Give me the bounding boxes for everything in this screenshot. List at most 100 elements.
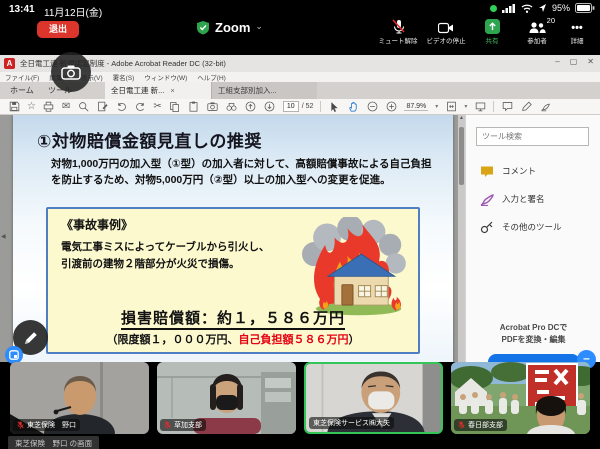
sidebar-item-fill-sign[interactable]: 入力と署名 <box>466 187 600 211</box>
sidebar-item-label: 入力と署名 <box>502 193 545 205</box>
more-button[interactable]: ••• 詳細 <box>552 18 600 45</box>
sidebar-item-label: その他のツール <box>502 221 562 233</box>
sign-pen-icon[interactable] <box>539 101 551 113</box>
minimize-icon[interactable]: – <box>555 57 559 66</box>
binoculars-icon[interactable] <box>226 101 238 113</box>
sidebar-item-more-tools[interactable]: その他のツール <box>466 215 600 239</box>
ipad-status-bar: 13:41 11月12日(金) 95% <box>0 0 600 18</box>
sidebar-item-label: コメント <box>502 165 536 177</box>
doc-tab-inactive[interactable]: 工組支部別加入... <box>211 82 317 99</box>
search-icon[interactable] <box>77 101 89 113</box>
scissors-icon[interactable]: ✂ <box>153 101 161 113</box>
menu-file[interactable]: ファイル(F) <box>5 72 39 82</box>
battery-percent: 95% <box>552 3 570 13</box>
vertical-scrollbar[interactable]: ▲ <box>458 115 465 362</box>
page-indicator: 10 / 52 <box>283 101 314 112</box>
fit-page-icon[interactable] <box>445 101 457 113</box>
participant-name: 東芝保険 野口 <box>27 420 76 430</box>
redo-icon[interactable] <box>134 101 146 113</box>
menu-window[interactable]: ウィンドウ(W) <box>144 72 187 82</box>
clock: 13:41 <box>9 4 35 15</box>
zoom-in-icon[interactable] <box>385 101 397 113</box>
stop-video-label: ビデオの停止 <box>421 35 471 45</box>
location-arrow-icon <box>538 3 547 13</box>
copy-icon[interactable] <box>169 101 181 113</box>
divider <box>493 101 494 112</box>
cellular-icon <box>502 3 516 13</box>
snapshot-camera-icon[interactable] <box>207 101 219 113</box>
undo-icon[interactable] <box>115 101 127 113</box>
acrobat-tab-bar: ホーム ツール 全日電工連 新...× 工組支部別加入... <box>0 82 600 99</box>
video-tile-soka[interactable]: 草加支部 <box>157 362 296 434</box>
video-tile-noguchi[interactable]: 東芝保険 野口 <box>10 362 149 434</box>
doc-tab-active[interactable]: 全日電工連 新... × <box>105 82 211 99</box>
maximize-icon[interactable]: ▢ <box>570 57 578 66</box>
scroll-up-icon[interactable]: ▲ <box>458 115 465 121</box>
clipboard-icon[interactable] <box>188 101 200 113</box>
pencil-icon[interactable] <box>520 101 532 113</box>
share-button[interactable]: 共有 <box>467 18 517 45</box>
participant-name-badge: 東芝保険 野口 <box>13 419 80 431</box>
select-cursor-icon[interactable] <box>328 101 340 113</box>
meeting-info[interactable]: Zoom ⌄ <box>196 20 263 35</box>
zoom-meeting-screen: 13:41 11月12日(金) 95% 退出 Zoom ⌄ ミュート解除 <box>0 0 600 449</box>
pdf-viewer: ◀ ①対物賠償金額見直しの推奨 対物1,000万円の加入型（①型）の加入者に対し… <box>0 115 465 362</box>
mic-muted-icon <box>17 421 24 429</box>
video-tile-oya-active-speaker[interactable]: 東芝保険サービス㈱大矢 <box>304 362 443 434</box>
recording-dot-icon <box>490 5 497 12</box>
save-icon[interactable] <box>8 101 20 113</box>
tab-home[interactable]: ホーム <box>10 82 34 99</box>
slide-body-text: 対物1,000万円の加入型（①型）の加入者に対して、高額賠償事故による自己負担を… <box>51 157 439 189</box>
doc-tab-label: 全日電工連 新... <box>111 86 164 95</box>
previous-page-icon[interactable] <box>245 101 257 113</box>
video-tile-kasukabe[interactable]: 春日部支部 <box>451 362 590 434</box>
share-label: 共有 <box>467 35 517 45</box>
mail-icon[interactable]: ✉ <box>62 101 70 113</box>
tab-close-icon[interactable]: × <box>170 86 174 95</box>
sidebar-item-comment[interactable]: コメント <box>466 159 600 183</box>
promo-line1: Acrobat Pro DCで <box>466 322 600 334</box>
date: 11月12日(金) <box>44 4 102 19</box>
mic-muted-icon <box>164 421 171 429</box>
fit-caret-icon[interactable]: ▾ <box>464 103 467 110</box>
acrobat-app-icon: A <box>4 58 15 69</box>
close-icon[interactable]: ✕ <box>587 57 594 66</box>
damage-detail-line: （限度額１，０００万円、自己負担額５８６万円） <box>48 331 418 347</box>
hand-tool-icon[interactable] <box>347 101 359 113</box>
print-icon[interactable] <box>43 101 55 113</box>
scrollbar-thumb[interactable] <box>459 127 464 185</box>
mic-muted-icon <box>458 421 465 429</box>
unmute-button[interactable]: ミュート解除 <box>373 18 423 45</box>
slide-title: ①対物賠償金額見直しの推奨 <box>37 127 262 152</box>
nav-left-icon[interactable]: ◀ <box>1 233 6 240</box>
video-strip: 東芝保険 野口 草加支部 <box>10 362 590 434</box>
leave-button[interactable]: 退出 <box>37 21 79 38</box>
share-screen-icon <box>467 18 517 34</box>
reading-mode-icon[interactable] <box>474 101 486 113</box>
tool-search-input[interactable] <box>476 127 589 146</box>
divider <box>320 101 321 112</box>
sign-document-icon[interactable] <box>96 101 108 113</box>
mic-muted-icon <box>373 18 423 34</box>
star-icon[interactable]: ☆ <box>27 101 36 113</box>
more-dots-icon: ••• <box>552 18 600 34</box>
zoom-out-icon[interactable] <box>366 101 378 113</box>
screenshot-camera-button[interactable] <box>51 52 91 92</box>
comment-bubble-icon[interactable] <box>501 101 513 113</box>
detail-close-paren: ） <box>349 334 360 346</box>
menu-sign[interactable]: 署名(S) <box>113 72 135 82</box>
zoom-caret-icon[interactable]: ▾ <box>435 103 438 110</box>
next-page-icon[interactable] <box>264 101 276 113</box>
page-total: / 52 <box>302 103 314 110</box>
stop-video-button[interactable]: ビデオの停止 <box>421 18 471 45</box>
promo-line2: PDFを変換・編集 <box>466 334 600 346</box>
pencil-icon <box>23 330 39 346</box>
zoom-level[interactable]: 87.9% <box>404 103 428 111</box>
menu-help[interactable]: ヘルプ(H) <box>197 72 226 82</box>
promo-button[interactable] <box>488 354 580 362</box>
page-number-input[interactable]: 10 <box>283 101 299 112</box>
zoom-toolbar: 退出 Zoom ⌄ ミュート解除 ビデオの停止 共有 20 <box>0 18 600 50</box>
case-description: 電気工事ミスによってケーブルから引火し、 引渡前の建物２階部分が火災で損傷。 <box>61 239 270 274</box>
window-controls: – ▢ ✕ <box>555 57 594 66</box>
participant-name: 東芝保険サービス㈱大矢 <box>313 418 390 428</box>
